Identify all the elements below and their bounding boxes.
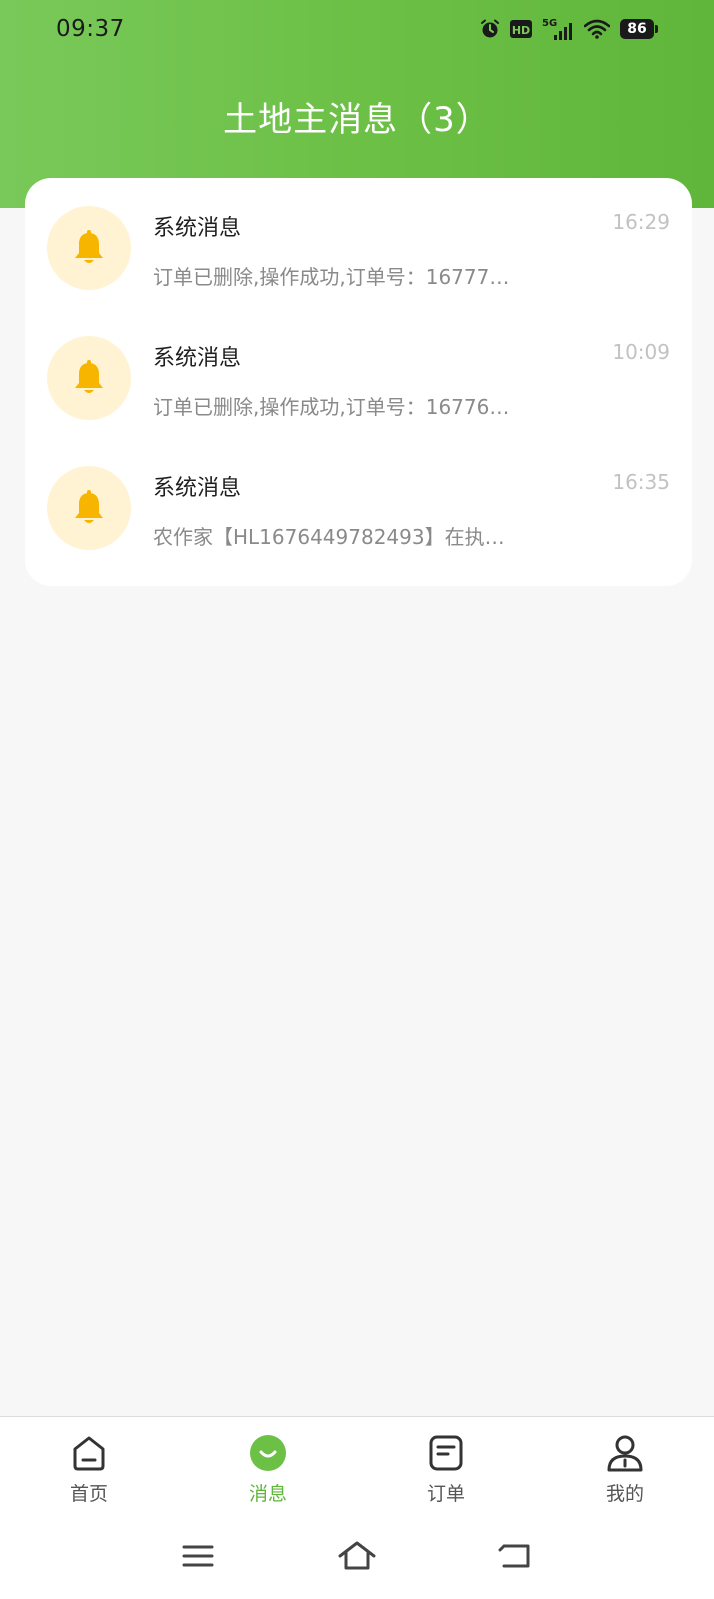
message-preview: 订单已删除,操作成功,订单号：16777… [153,265,510,289]
bell-icon [47,206,131,290]
svg-text:HD: HD [512,24,530,37]
message-title: 系统消息 [153,346,242,371]
wifi-icon [584,19,610,39]
message-item[interactable]: 系统消息 16:35 农作家【HL1676449782493】在执… [25,438,692,568]
tab-home[interactable]: 首页 [29,1417,149,1523]
order-icon [429,1435,463,1471]
tab-messages[interactable]: 消息 [208,1417,328,1523]
message-title: 系统消息 [153,216,242,241]
bell-icon [47,336,131,420]
back-icon [498,1544,530,1568]
menu-button[interactable] [174,1532,222,1580]
message-list: 系统消息 16:29 订单已删除,操作成功,订单号：16777… 系统消息 10… [25,178,692,586]
status-bar: 09:37 HD 5G 86 [0,0,714,58]
tab-label: 我的 [605,1483,644,1505]
menu-icon [182,1545,214,1567]
nav-home-icon [338,1541,376,1570]
signal-icon: 5G [542,18,572,40]
battery-level: 86 [620,19,654,39]
alarm-icon [481,19,499,38]
message-preview: 农作家【HL1676449782493】在执… [153,525,505,549]
message-title: 系统消息 [153,476,242,501]
tab-label: 订单 [426,1483,465,1505]
message-item[interactable]: 系统消息 10:09 订单已删除,操作成功,订单号：16776… [25,308,692,438]
tab-profile[interactable]: 我的 [565,1417,685,1523]
bottom-tab-bar: 首页 消息 订单 我的 [0,1416,714,1523]
home-icon [73,1436,105,1471]
message-icon [250,1435,286,1471]
status-icons: HD 5G 86 [480,14,658,44]
message-time: 10:09 [612,340,670,364]
message-item[interactable]: 系统消息 16:29 订单已删除,操作成功,订单号：16777… [25,178,692,308]
status-time: 09:37 [56,16,125,42]
system-nav-bar [0,1522,714,1599]
tab-label: 首页 [69,1483,108,1505]
tab-label: 消息 [248,1483,287,1505]
header-bar: 09:37 HD 5G 86 土地主消息（3） [0,0,714,208]
page-title: 土地主消息（3） [223,100,491,140]
back-button[interactable] [492,1532,540,1580]
profile-icon [607,1435,643,1472]
home-button[interactable] [333,1532,381,1580]
battery-icon: 86 [620,19,658,39]
message-time: 16:35 [612,470,670,494]
message-preview: 订单已删除,操作成功,订单号：16776… [153,395,510,419]
svg-text:5G: 5G [542,18,557,29]
tab-orders[interactable]: 订单 [386,1417,506,1523]
bell-icon [47,466,131,550]
hd-icon: HD [510,20,532,38]
message-time: 16:29 [612,210,670,234]
